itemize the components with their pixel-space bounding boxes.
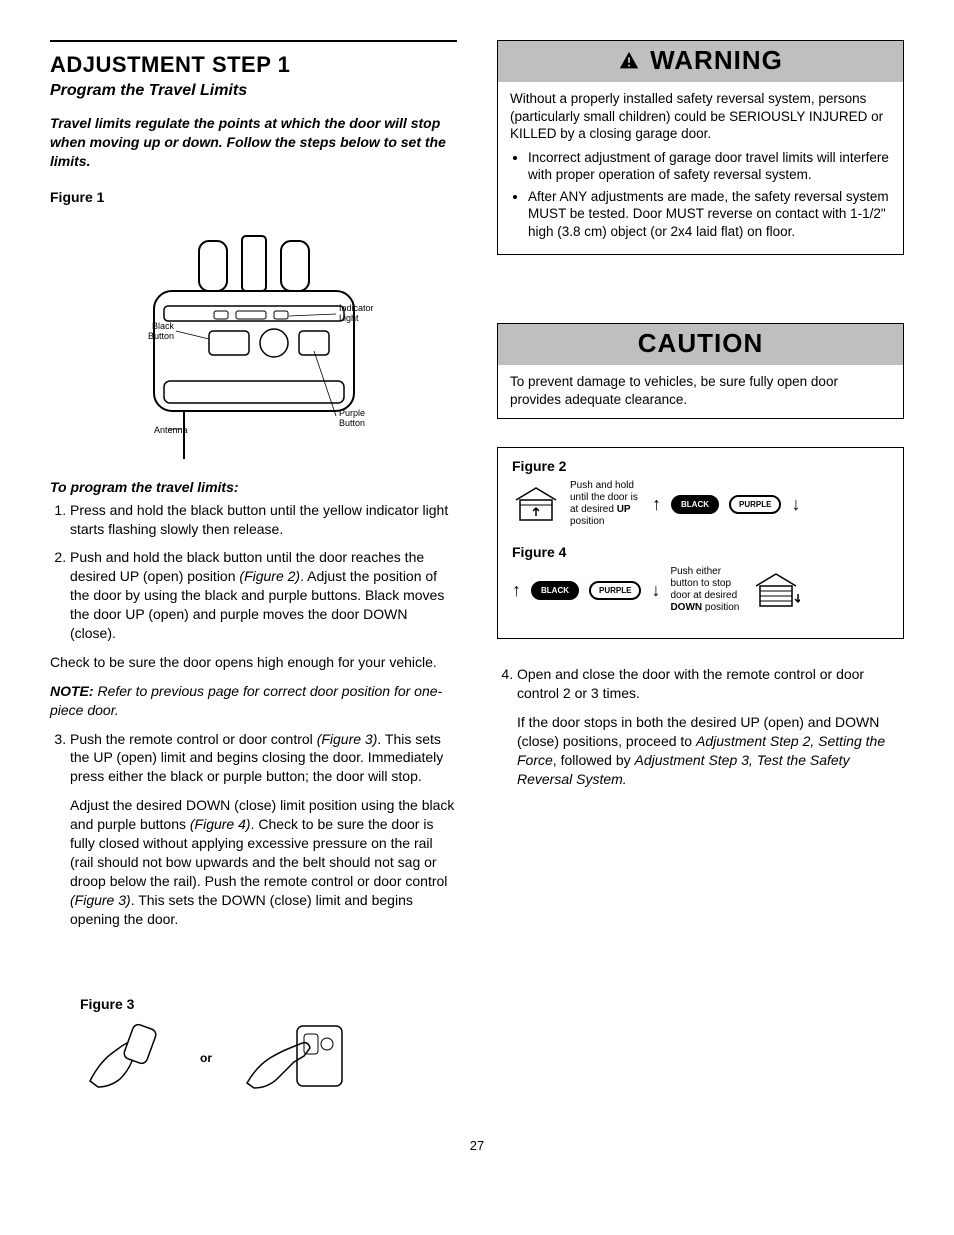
figure2-label: Figure 2 xyxy=(512,458,889,474)
step-heading: ADJUSTMENT STEP 1 xyxy=(50,52,457,78)
step4-para2: If the door stops in both the desired UP… xyxy=(517,713,904,789)
figure4-label: Figure 4 xyxy=(512,544,889,560)
warning-body: Without a properly installed safety reve… xyxy=(498,82,903,254)
right-column: WARNING Without a properly installed saf… xyxy=(497,40,904,1098)
svg-text:Button: Button xyxy=(147,331,173,341)
left-column: ADJUSTMENT STEP 1 Program the Travel Lim… xyxy=(50,40,457,1098)
program-subheading: To program the travel limits: xyxy=(50,479,457,495)
figure1: Black Button Indicator Light Purple Butt… xyxy=(50,211,457,461)
step3-ref2: (Figure 4) xyxy=(190,816,251,832)
figure1-label: Figure 1 xyxy=(50,189,457,205)
step4-a: Open and close the door with the remote … xyxy=(517,666,864,701)
svg-text:Indicator: Indicator xyxy=(339,303,374,313)
down-arrow-icon: ↓ xyxy=(651,581,660,599)
note: NOTE: Refer to previous page for correct… xyxy=(50,682,457,720)
intro-text: Travel limits regulate the points at whi… xyxy=(50,114,457,171)
page-number: 27 xyxy=(50,1138,904,1153)
opener-unit-illustration: Black Button Indicator Light Purple Butt… xyxy=(114,211,394,461)
step3-a: Push the remote control or door control xyxy=(70,731,317,747)
note-body: Refer to previous page for correct door … xyxy=(50,683,442,718)
svg-text:Black: Black xyxy=(151,321,174,331)
step-2: Push and hold the black button until the… xyxy=(70,548,457,642)
or-text: or xyxy=(200,1051,212,1065)
figure2-row: Figure 2 Push and hold until the door is… xyxy=(512,458,889,528)
svg-text:Antenna: Antenna xyxy=(154,425,188,435)
step-subheading: Program the Travel Limits xyxy=(50,82,457,100)
up-arrow-icon: ↑ xyxy=(512,581,521,599)
svg-text:Light: Light xyxy=(339,313,359,323)
figure3: or xyxy=(80,1018,457,1098)
step-4: Open and close the door with the remote … xyxy=(517,665,904,788)
figure3-label: Figure 3 xyxy=(80,996,457,1012)
step-1: Press and hold the black button until th… xyxy=(70,501,457,539)
door-closed-icon xyxy=(752,572,800,608)
step1-text: Press and hold the black button until th… xyxy=(70,502,448,537)
figure-2-4-box: Figure 2 Push and hold until the door is… xyxy=(497,447,904,639)
step3-ref3: (Figure 3) xyxy=(70,892,131,908)
step3-ref1: (Figure 3) xyxy=(317,731,378,747)
hand-remote-icon xyxy=(80,1021,170,1096)
warning-title: WARNING xyxy=(650,45,783,76)
up-arrow-icon: ↑ xyxy=(652,495,661,513)
warning-text: Without a properly installed safety reve… xyxy=(510,91,883,141)
warning-bullet-2: After ANY adjustments are made, the safe… xyxy=(528,188,891,241)
fig4-caption: Push either button to stop door at desir… xyxy=(670,566,742,614)
step4-b2: , followed by xyxy=(553,752,635,768)
purple-button-pill: PURPLE xyxy=(729,495,781,515)
figure4-row: Figure 4 ↑ BLACK PURPLE ↓ Push either bu… xyxy=(512,544,889,614)
step-list-4: Open and close the door with the remote … xyxy=(497,665,904,788)
black-button-pill: BLACK xyxy=(531,581,579,601)
warning-bullet-1: Incorrect adjustment of garage door trav… xyxy=(528,149,891,184)
step-list-3: Push the remote control or door control … xyxy=(50,730,457,929)
step2-ref: (Figure 2) xyxy=(239,568,300,584)
warning-triangle-icon xyxy=(618,50,640,72)
caution-callout: CAUTION To prevent damage to vehicles, b… xyxy=(497,323,904,419)
purple-button-pill: PURPLE xyxy=(589,581,641,601)
warning-header: WARNING xyxy=(498,41,903,82)
note-label: NOTE: xyxy=(50,683,94,699)
step-list: Press and hold the black button until th… xyxy=(50,501,457,643)
caution-title: CAUTION xyxy=(638,328,763,359)
step3-para2: Adjust the desired DOWN (close) limit po… xyxy=(70,796,457,928)
fig2-caption: Push and hold until the door is at desir… xyxy=(570,480,642,528)
svg-text:Button: Button xyxy=(339,418,365,428)
door-open-icon xyxy=(512,486,560,522)
step-3: Push the remote control or door control … xyxy=(70,730,457,929)
hand-wall-button-icon xyxy=(242,1018,352,1098)
caution-header: CAUTION xyxy=(498,324,903,365)
check-paragraph: Check to be sure the door opens high eno… xyxy=(50,653,457,672)
warning-callout: WARNING Without a properly installed saf… xyxy=(497,40,904,255)
caution-body: To prevent damage to vehicles, be sure f… xyxy=(498,365,903,418)
down-arrow-icon: ↓ xyxy=(791,495,800,513)
svg-text:Purple: Purple xyxy=(339,408,365,418)
top-rule xyxy=(50,40,457,42)
black-button-pill: BLACK xyxy=(671,495,719,515)
